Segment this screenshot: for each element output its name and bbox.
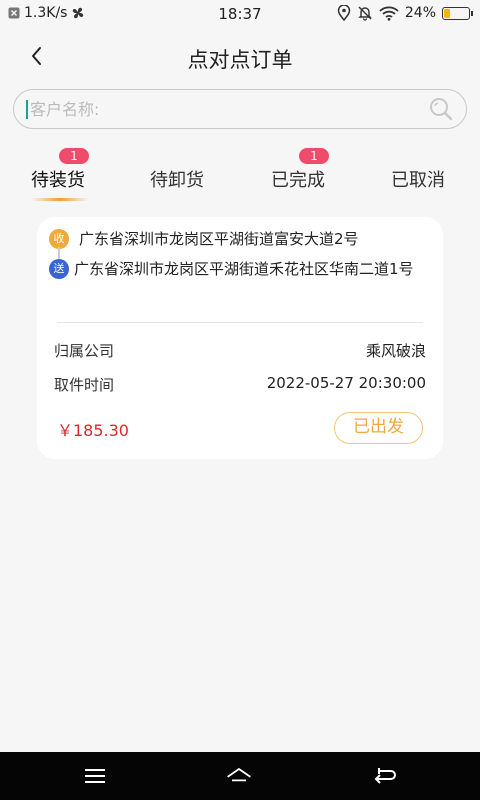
battery-level [444,8,451,18]
home-icon[interactable] [225,764,253,788]
search-input[interactable] [30,96,430,122]
tab-label: 待卸货 [150,170,204,191]
battery-percent: 24% [404,5,436,21]
receive-tag: 收 [49,229,69,249]
delivery-address: 送 广东省深圳市龙岗区平湖街道禾花社区华南二道1号 [49,258,434,280]
battery-icon [442,6,473,20]
pickup-time-row: 取件时间 2022-05-27 20:30:00 [54,374,426,395]
send-tag: 送 [49,259,69,279]
pickup-address-text: 广东省深圳市龙岗区平湖街道富安大道2号 [79,230,359,248]
order-price: ￥185.30 [57,421,129,440]
pickup-address: 收 广东省深圳市龙岗区平湖街道富安大道2号 [49,228,439,250]
company-label: 归属公司 [54,342,115,360]
system-nav-bar [0,752,480,800]
text-cursor [26,100,28,119]
mute-icon [358,6,372,21]
tab-label: 已取消 [391,170,445,191]
wifi-icon [379,6,399,21]
search-icon[interactable] [428,96,454,122]
company-value: 乘风破浪 [365,342,426,360]
delivery-address-text: 广东省深圳市龙岗区平湖街道禾花社区华南二道1号 [74,260,414,278]
pickup-time-label: 取件时间 [54,376,115,394]
back-icon[interactable] [371,764,399,788]
search-box[interactable] [13,89,467,129]
tab-badge: 1 [59,148,89,164]
tab-to-unload[interactable]: 待卸货 [150,166,204,192]
active-tab-indicator [31,198,89,201]
tab-completed[interactable]: 1 已完成 [271,148,329,192]
status-button[interactable]: 已出发 [334,412,423,444]
tab-badge: 1 [299,148,329,164]
page-title: 点对点订单 [187,48,293,72]
company-row: 归属公司 乘风破浪 [54,340,426,361]
status-bar: 1.3K/s 18:37 24% [0,0,480,28]
tab-to-load[interactable]: 1 待装货 [31,148,89,192]
header: 点对点订单 [0,28,480,86]
tab-label: 已完成 [271,170,325,191]
tab-label: 待装货 [31,170,85,191]
location-icon [337,5,351,21]
pickup-time-value: 2022-05-27 20:30:00 [266,374,426,392]
order-card[interactable]: 收 广东省深圳市龙岗区平湖街道富安大道2号 送 广东省深圳市龙岗区平湖街道禾花社… [37,217,443,459]
menu-icon[interactable] [81,764,109,788]
divider [57,322,423,323]
tab-cancelled[interactable]: 已取消 [391,166,445,192]
